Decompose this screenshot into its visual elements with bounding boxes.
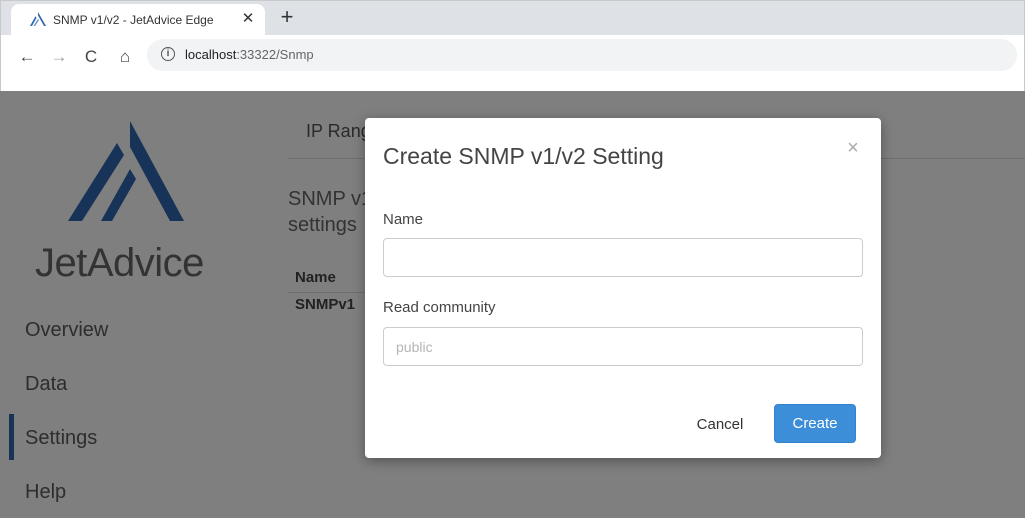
home-icon[interactable]: ⌂ xyxy=(115,47,135,67)
browser-toolbar: ← → C ⌂ i localhost:33322/Snmp xyxy=(1,35,1024,92)
create-button[interactable]: Create xyxy=(774,404,856,443)
browser-tabstrip: SNMP v1/v2 - JetAdvice Edge ✕ + xyxy=(1,1,1024,35)
read-community-label: Read community xyxy=(383,299,496,316)
forward-arrow-icon[interactable]: → xyxy=(49,47,69,67)
url-path: :33322/Snmp xyxy=(236,47,314,62)
address-url: localhost:33322/Snmp xyxy=(185,47,314,62)
browser-tab[interactable]: SNMP v1/v2 - JetAdvice Edge ✕ xyxy=(11,4,265,35)
dialog-title: Create SNMP v1/v2 Setting xyxy=(383,143,664,169)
close-icon[interactable]: × xyxy=(841,136,865,160)
new-tab-icon[interactable]: + xyxy=(277,6,297,28)
url-host: localhost xyxy=(185,47,237,62)
address-bar[interactable]: i localhost:33322/Snmp xyxy=(147,39,1017,71)
tab-close-icon[interactable]: ✕ xyxy=(240,10,256,28)
site-info-icon[interactable]: i xyxy=(161,47,175,61)
read-community-input[interactable] xyxy=(383,327,863,366)
name-input[interactable] xyxy=(383,238,863,277)
create-snmp-dialog: Create SNMP v1/v2 Setting × Name Read co… xyxy=(365,118,881,458)
back-arrow-icon[interactable]: ← xyxy=(17,47,37,67)
jetadvice-favicon-icon xyxy=(30,12,46,26)
name-label: Name xyxy=(383,211,424,228)
cancel-button[interactable]: Cancel xyxy=(688,408,752,440)
reload-icon[interactable]: C xyxy=(81,47,101,67)
browser-tab-title: SNMP v1/v2 - JetAdvice Edge xyxy=(53,13,214,27)
